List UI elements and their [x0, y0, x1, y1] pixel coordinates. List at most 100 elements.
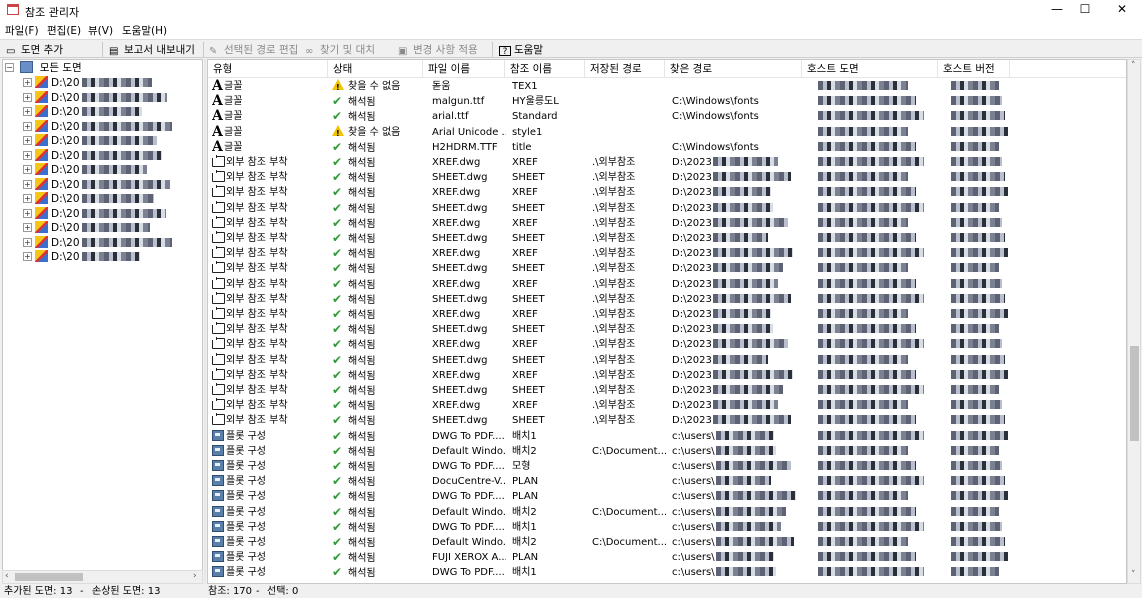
collapse-icon[interactable]: −	[5, 63, 14, 72]
table-row[interactable]: 외부 참조 부착 ✔ 해석됨 XREF.dwg XREF .\외부참조 D:\2023	[208, 246, 1126, 261]
redacted-text	[951, 293, 1005, 303]
tree-item-drawing[interactable]: + D:\20	[23, 235, 172, 250]
expand-icon[interactable]: +	[23, 237, 32, 247]
expand-icon[interactable]: +	[23, 78, 32, 87]
tree-item-drawing[interactable]: + D:\20	[23, 90, 167, 105]
table-row[interactable]: A글꼴 ✔ 해석됨 arial.ttf Standard C:\Windows\fonts	[208, 109, 1126, 124]
cell-host-version	[951, 125, 1011, 140]
menu-view[interactable]: 뷰(V)	[88, 23, 113, 38]
column-header-file-name[interactable]: 파일 이름	[423, 60, 505, 78]
redacted-text	[81, 237, 172, 247]
redacted-text	[712, 202, 773, 212]
scroll-left-icon[interactable]: ‹	[5, 571, 9, 581]
add-drawing-button[interactable]: ▭ 도면 추가	[6, 42, 63, 57]
expand-icon[interactable]: +	[23, 252, 32, 261]
redacted-text	[818, 187, 916, 197]
close-button[interactable]: ✕	[1105, 0, 1139, 20]
find-replace-button[interactable]: ∞ 찾기 및 대치	[305, 42, 375, 57]
column-header-found-path[interactable]: 찾은 경로	[665, 60, 802, 78]
tree-scroll-thumb[interactable]	[15, 573, 83, 581]
table-row[interactable]: A글꼴 ✔ 해석됨 H2HDRM.TTF title C:\Windows\fonts	[208, 140, 1126, 155]
menu-file[interactable]: 파일(F)	[5, 23, 39, 38]
table-row[interactable]: 외부 참조 부착 ✔ 해석됨 XREF.dwg XREF .\외부참조 D:\2023	[208, 337, 1126, 352]
menu-edit[interactable]: 편집(E)	[47, 23, 81, 38]
table-row[interactable]: A글꼴 찾을 수 없음 Arial Unicode ... style1	[208, 124, 1126, 140]
expand-icon[interactable]: +	[23, 208, 32, 218]
expand-icon[interactable]: +	[23, 92, 32, 102]
scroll-right-icon[interactable]: ›	[193, 571, 197, 581]
tree-item-drawing[interactable]: + D:\20	[23, 105, 142, 119]
table-row[interactable]: 외부 참조 부착 ✔ 해석됨 XREF.dwg XREF .\외부참조 D:\2023	[208, 155, 1126, 170]
column-header-type[interactable]: 유형	[208, 60, 328, 78]
tree-item-drawing[interactable]: + D:\20	[23, 148, 162, 163]
table-row[interactable]: 외부 참조 부착 ✔ 해석됨 XREF.dwg XREF .\외부참조 D:\2023	[208, 276, 1126, 292]
cell-saved-path	[592, 565, 666, 580]
table-row[interactable]: 외부 참조 부착 ✔ 해석됨 SHEET.dwg SHEET .\외부참조 D:\2023	[208, 231, 1126, 246]
table-row[interactable]: 외부 참조 부착 ✔ 해석됨 SHEET.dwg SHEET .\외부참조 D:\2023	[208, 200, 1126, 216]
column-header-ref-name[interactable]: 참조 이름	[505, 60, 585, 78]
scroll-down-icon[interactable]: ˅	[1131, 570, 1136, 580]
table-row[interactable]: 플롯 구성 ✔ 해석됨 Default Windo... 배치2 C:\Document.…	[208, 444, 1126, 459]
tree-item-drawing[interactable]: + D:\20	[23, 250, 140, 264]
table-row[interactable]: A글꼴 찾을 수 없음 돋움 TEX1	[208, 79, 1126, 94]
column-header-status[interactable]: 상태	[328, 60, 423, 78]
grid-scroll-thumb[interactable]	[1130, 346, 1139, 441]
menu-help[interactable]: 도움말(H)	[122, 23, 167, 38]
table-row[interactable]: 외부 참조 부착 ✔ 해석됨 XREF.dwg XREF .\외부참조 D:\2023	[208, 367, 1126, 383]
tree-item-drawing[interactable]: + D:\20	[23, 76, 152, 90]
column-header-saved-path[interactable]: 저장된 경로	[585, 60, 665, 78]
tree-item-drawing[interactable]: + D:\20	[23, 177, 170, 192]
table-row[interactable]: 외부 참조 부착 ✔ 해석됨 SHEET.dwg SHEET .\외부참조 D:\2023	[208, 352, 1126, 368]
expand-icon[interactable]: +	[23, 121, 32, 131]
table-row[interactable]: 외부 참조 부착 ✔ 해석됨 XREF.dwg XREF .\외부참조 D:\2023	[208, 307, 1126, 322]
table-row[interactable]: 외부 참조 부착 ✔ 해석됨 XREF.dwg XREF .\외부참조 D:\2023	[208, 398, 1126, 413]
table-row[interactable]: 플롯 구성 ✔ 해석됨 DWG To PDF.... 배치1 c:\users\	[208, 565, 1126, 580]
column-header-host-version[interactable]: 호스트 버전	[938, 60, 1010, 78]
expand-icon[interactable]: +	[23, 179, 32, 189]
help-button[interactable]: ? 도움말	[499, 42, 543, 57]
cell-host-version	[951, 444, 1011, 459]
tree-item-drawing[interactable]: + D:\20	[23, 221, 150, 235]
table-row[interactable]: 플롯 구성 ✔ 해석됨 FUJI XEROX A... PLAN c:\users\	[208, 550, 1126, 565]
scroll-up-icon[interactable]: ˄	[1131, 61, 1136, 71]
tree-item-drawing[interactable]: + D:\20	[23, 119, 172, 134]
table-row[interactable]: 외부 참조 부착 ✔ 해석됨 SHEET.dwg SHEET .\외부참조 D:\2023	[208, 383, 1126, 398]
export-report-button[interactable]: ▤ 보고서 내보내기	[109, 42, 195, 57]
tree-item-drawing[interactable]: + D:\20	[23, 192, 154, 206]
expand-icon[interactable]: +	[23, 107, 32, 116]
table-row[interactable]: 플롯 구성 ✔ 해석됨 Default Windo... 배치2 C:\Document.…	[208, 535, 1126, 550]
table-row[interactable]: 플롯 구성 ✔ 해석됨 Default Windo... 배치2 C:\Document.…	[208, 505, 1126, 520]
table-row[interactable]: A글꼴 ✔ 해석됨 malgun.ttf HY울릉도L C:\Windows\fonts	[208, 94, 1126, 109]
tree-item-drawing[interactable]: + D:\20	[23, 206, 166, 221]
table-row[interactable]: 외부 참조 부착 ✔ 해석됨 SHEET.dwg SHEET .\외부참조 D:\2023	[208, 170, 1126, 185]
table-row[interactable]: 플롯 구성 ✔ 해석됨 DWG To PDF.... 모형 c:\users\	[208, 459, 1126, 474]
tree-item-drawing[interactable]: + D:\20	[23, 134, 157, 148]
maximize-button[interactable]: ☐	[1068, 0, 1102, 20]
table-row[interactable]: 외부 참조 부착 ✔ 해석됨 SHEET.dwg SHEET .\외부참조 D:\2023	[208, 261, 1126, 276]
table-row[interactable]: 외부 참조 부착 ✔ 해석됨 XREF.dwg XREF .\외부참조 D:\2023	[208, 215, 1126, 231]
expand-icon[interactable]: +	[23, 150, 32, 160]
column-header-host-drawing[interactable]: 호스트 도면	[802, 60, 938, 78]
grid-vertical-scrollbar[interactable]: ˄ ˅	[1127, 59, 1141, 584]
table-row[interactable]: 플롯 구성 ✔ 해석됨 DWG To PDF.... 배치1 c:\users\	[208, 520, 1126, 535]
table-row[interactable]: 플롯 구성 ✔ 해석됨 DWG To PDF.... PLAN c:\users\	[208, 489, 1126, 504]
panel-splitter[interactable]	[204, 59, 206, 584]
table-row[interactable]: 플롯 구성 ✔ 해석됨 DocuCentre-V... PLAN c:\users\	[208, 474, 1126, 489]
expand-icon[interactable]: +	[23, 136, 32, 145]
tree-item-drawing[interactable]: + D:\20	[23, 163, 147, 177]
table-row[interactable]: 외부 참조 부착 ✔ 해석됨 SHEET.dwg SHEET .\외부참조 D:\2023	[208, 413, 1126, 428]
table-row[interactable]: 외부 참조 부착 ✔ 해석됨 XREF.dwg XREF .\외부참조 D:\2023	[208, 185, 1126, 200]
table-row[interactable]: 외부 참조 부착 ✔ 해석됨 SHEET.dwg SHEET .\외부참조 D:\2023	[208, 291, 1126, 307]
found-path-label: C:\Windows\fonts	[672, 111, 759, 123]
apply-changes-button[interactable]: ▣ 변경 사항 적용	[398, 42, 478, 57]
expand-icon[interactable]: +	[23, 165, 32, 174]
table-row[interactable]: 플롯 구성 ✔ 해석됨 DWG To PDF.... 배치1 c:\users\	[208, 429, 1126, 444]
tree-root[interactable]: − 모든 도면	[5, 61, 82, 75]
expand-icon[interactable]: +	[23, 223, 32, 232]
cell-host-version	[951, 505, 1011, 520]
edit-path-button[interactable]: ✎ 선택된 경로 편집	[209, 42, 298, 57]
expand-icon[interactable]: +	[23, 194, 32, 203]
table-row[interactable]: 외부 참조 부착 ✔ 해석됨 SHEET.dwg SHEET .\외부참조 D:\2023	[208, 322, 1126, 337]
cell-ref-name: 배치2	[512, 506, 537, 518]
tree-horizontal-scrollbar[interactable]: ‹ ›	[2, 570, 203, 584]
